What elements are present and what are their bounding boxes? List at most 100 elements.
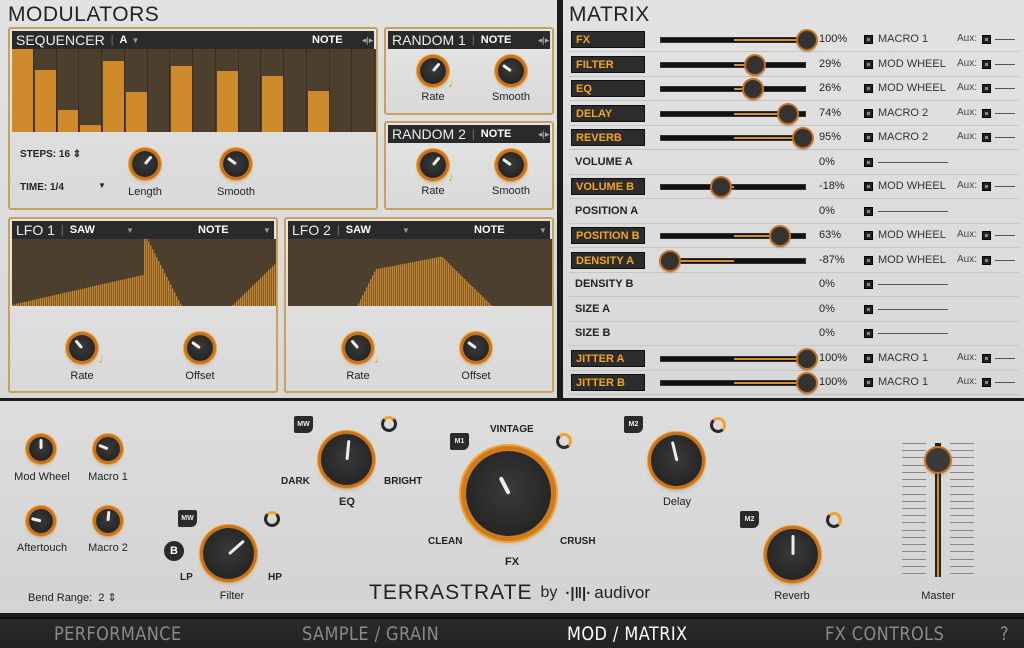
lfo1-mode-select[interactable]: NOTE (198, 224, 229, 236)
matrix-target-label[interactable]: DENSITY A (571, 251, 645, 269)
matrix-source-label[interactable]: MACRO 2 (878, 107, 928, 119)
slider-thumb[interactable] (779, 104, 798, 123)
delay-mod-badge[interactable]: M2 (624, 416, 643, 433)
matrix-target-label[interactable]: FX (571, 31, 645, 48)
sequencer-mode[interactable]: NOTE (312, 34, 343, 46)
matrix-amount-slider[interactable] (660, 55, 806, 74)
macro2-knob[interactable] (96, 509, 120, 533)
slider-thumb[interactable] (798, 374, 816, 392)
matrix-amount-slider[interactable] (660, 374, 816, 392)
matrix-amount-slider[interactable] (660, 129, 813, 147)
matrix-target-label[interactable]: VOLUME A (571, 154, 645, 171)
sync-arrows-icon[interactable]: ◂|▸ (538, 35, 549, 46)
steps-selector[interactable]: STEPS: 16 ⇕ (20, 149, 81, 160)
delay-knob[interactable] (651, 435, 702, 486)
slider-thumb[interactable] (798, 349, 816, 368)
sequencer-step[interactable] (34, 49, 57, 132)
sequencer-step[interactable] (262, 49, 284, 132)
matrix-source-label[interactable]: MACRO 1 (878, 33, 928, 45)
matrix-target-label[interactable]: POSITION B (571, 227, 645, 244)
sequencer-step[interactable] (12, 49, 34, 132)
slider-thumb[interactable] (661, 251, 680, 270)
matrix-amount-slider[interactable] (660, 349, 816, 368)
tab-sample-grain[interactable]: SAMPLE / GRAIN (302, 623, 439, 645)
filter-knob[interactable] (203, 528, 254, 579)
chevron-down-icon[interactable]: ▼ (402, 226, 410, 235)
aux-select-icon[interactable] (982, 84, 991, 93)
eq-knob[interactable] (321, 434, 372, 485)
master-fader[interactable] (902, 443, 974, 577)
source-select-icon[interactable] (864, 206, 873, 216)
matrix-amount-slider[interactable] (660, 227, 806, 245)
fader-thumb[interactable] (926, 448, 950, 473)
tab-mod-matrix[interactable]: MOD / MATRIX (567, 623, 688, 645)
aux-select-icon[interactable] (982, 353, 991, 363)
chevron-down-icon[interactable]: ▼ (263, 226, 271, 235)
matrix-source-label[interactable]: MOD WHEEL (878, 180, 946, 192)
fx-mod-depth-ring[interactable] (556, 433, 572, 449)
lfo1-offset-knob[interactable] (187, 335, 213, 361)
tab-performance[interactable]: PERFORMANCE (54, 623, 182, 645)
sequencer-step[interactable] (307, 49, 330, 132)
sequencer-display[interactable] (12, 49, 376, 132)
aux-select-icon[interactable] (982, 378, 991, 387)
random2-mode[interactable]: NOTE (481, 128, 512, 140)
slider-thumb[interactable] (743, 80, 762, 98)
random2-smooth-knob[interactable] (498, 152, 524, 178)
filter-mod-badge[interactable]: MW (178, 510, 197, 527)
aux-select-icon[interactable] (982, 255, 991, 265)
filter-mod-depth-ring[interactable] (264, 511, 280, 527)
note-sync-icon[interactable]: ♩ (448, 169, 461, 184)
tab-fx-controls[interactable]: FX CONTROLS (825, 623, 944, 645)
source-select-icon[interactable] (864, 59, 873, 69)
source-select-icon[interactable] (864, 133, 873, 142)
sequencer-step[interactable] (216, 49, 239, 132)
matrix-target-label[interactable]: DENSITY B (571, 276, 645, 293)
slider-thumb[interactable] (746, 55, 765, 74)
length-knob[interactable] (132, 151, 158, 177)
aux-select-icon[interactable] (982, 231, 991, 240)
sequencer-step[interactable] (239, 49, 262, 132)
sequencer-step[interactable] (80, 49, 102, 132)
lfo1-rate-knob[interactable] (69, 335, 95, 361)
note-sync-icon[interactable]: ♩ (374, 351, 387, 366)
source-select-icon[interactable] (864, 280, 873, 289)
matrix-target-label[interactable]: REVERB (571, 129, 645, 146)
source-select-icon[interactable] (864, 35, 873, 44)
sequencer-step[interactable] (125, 49, 148, 132)
source-select-icon[interactable] (864, 182, 873, 191)
source-select-icon[interactable] (864, 84, 873, 93)
sequencer-step[interactable] (285, 49, 307, 132)
fx-knob[interactable] (466, 451, 551, 536)
source-select-icon[interactable] (864, 304, 873, 314)
random2-rate-knob[interactable] (420, 152, 446, 178)
aftertouch-knob[interactable] (29, 509, 53, 533)
random1-mode[interactable]: NOTE (481, 34, 512, 46)
source-select-icon[interactable] (864, 329, 873, 338)
sequencer-step[interactable] (171, 49, 193, 132)
pattern-select[interactable]: A (120, 34, 128, 46)
source-select-icon[interactable] (864, 353, 873, 363)
delay-mod-depth-ring[interactable] (710, 417, 726, 433)
sync-arrows-icon[interactable]: ◂|▸ (538, 129, 549, 140)
eq-mod-badge[interactable]: MW (294, 416, 313, 433)
matrix-target-label[interactable]: FILTER (571, 55, 645, 73)
matrix-amount-slider[interactable] (660, 178, 806, 196)
matrix-source-label[interactable]: MOD WHEEL (878, 82, 946, 94)
fx-mod-badge[interactable]: M1 (450, 433, 469, 450)
time-selector[interactable]: TIME: 1/4 (20, 182, 64, 193)
source-select-icon[interactable] (864, 157, 873, 167)
chevron-down-icon[interactable]: ▼ (126, 226, 134, 235)
random1-rate-knob[interactable] (420, 58, 446, 84)
matrix-source-label[interactable]: MACRO 2 (878, 131, 928, 143)
note-sync-icon[interactable]: ♩ (448, 75, 461, 90)
lfo2-mode-select[interactable]: NOTE (474, 224, 505, 236)
eq-mod-depth-ring[interactable] (381, 416, 397, 432)
macro1-knob[interactable] (96, 437, 120, 461)
matrix-source-label[interactable]: MOD WHEEL (878, 58, 946, 70)
sequencer-step[interactable] (194, 49, 216, 132)
matrix-source-label[interactable]: MACRO 1 (878, 352, 928, 364)
chevron-down-icon[interactable]: ▼ (539, 226, 547, 235)
matrix-amount-slider[interactable] (660, 251, 806, 270)
matrix-target-label[interactable]: DELAY (571, 104, 645, 122)
